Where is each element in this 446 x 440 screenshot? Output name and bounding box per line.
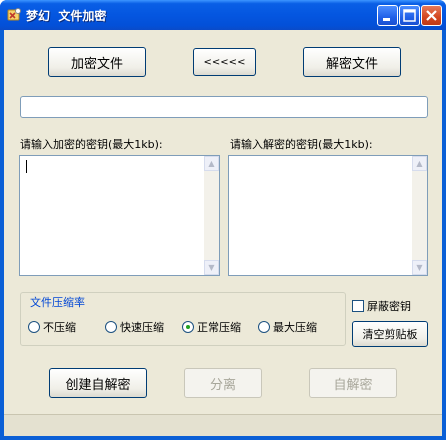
radio-label: 最大压缩	[273, 321, 317, 334]
scroll-down-icon[interactable]: ▼	[204, 260, 219, 275]
status-bar	[4, 414, 442, 436]
hide-key-label: 屏蔽密钥	[367, 300, 411, 313]
radio-button[interactable]	[105, 321, 117, 333]
file-path-field[interactable]	[20, 96, 428, 118]
minimize-button[interactable]	[377, 5, 398, 26]
radio-button[interactable]	[28, 321, 40, 333]
close-button[interactable]	[421, 5, 442, 26]
encrypt-file-button[interactable]: 加密文件	[48, 47, 146, 77]
hide-key-checkbox[interactable]: 屏蔽密钥	[352, 298, 411, 314]
maximize-button[interactable]	[399, 5, 420, 26]
radio-label: 不压缩	[43, 321, 76, 334]
window-title: 梦幻 文件加密	[26, 9, 107, 23]
text-caret	[26, 160, 27, 173]
radio-max-compression[interactable]: 最大压缩	[258, 319, 317, 335]
clear-clipboard-button[interactable]: 清空剪贴板	[352, 321, 428, 347]
scroll-up-icon[interactable]: ▲	[204, 156, 219, 171]
app-window: 梦幻 文件加密 加密文件 <<<<< 解密文件 请输入加密的密钥(最大1kb):…	[0, 0, 446, 440]
checkbox-box[interactable]	[352, 300, 364, 312]
scroll-down-icon[interactable]: ▼	[412, 260, 427, 275]
radio-fast-compression[interactable]: 快速压缩	[105, 319, 164, 335]
decrypt-key-label: 请输入解密的密钥(最大1kb):	[230, 138, 373, 151]
encrypt-key-textarea[interactable]: ▲ ▼	[19, 155, 220, 276]
decrypt-key-scrollbar[interactable]: ▲ ▼	[412, 156, 427, 275]
encrypt-key-label: 请输入加密的密钥(最大1kb):	[20, 138, 163, 151]
scroll-up-icon[interactable]: ▲	[412, 156, 427, 171]
compression-title: 文件压缩率	[28, 294, 87, 310]
close-icon	[426, 10, 437, 21]
radio-label: 正常压缩	[197, 321, 241, 334]
self-decrypt-button[interactable]: 自解密	[309, 368, 397, 398]
minimize-icon	[383, 18, 390, 21]
radio-button-selected[interactable]	[182, 321, 194, 333]
radio-label: 快速压缩	[120, 321, 164, 334]
encrypt-key-scrollbar[interactable]: ▲ ▼	[204, 156, 219, 275]
back-button[interactable]: <<<<<	[193, 48, 256, 76]
create-self-decrypt-button[interactable]: 创建自解密	[49, 368, 147, 398]
radio-no-compression[interactable]: 不压缩	[28, 319, 76, 335]
decrypt-key-textarea[interactable]: ▲ ▼	[228, 155, 428, 276]
radio-button[interactable]	[258, 321, 270, 333]
app-icon	[7, 8, 21, 21]
radio-normal-compression[interactable]: 正常压缩	[182, 319, 241, 335]
maximize-icon	[403, 9, 416, 22]
split-button[interactable]: 分离	[184, 368, 262, 398]
decrypt-file-button[interactable]: 解密文件	[303, 47, 401, 77]
title-bar[interactable]: 梦幻 文件加密	[0, 0, 446, 30]
